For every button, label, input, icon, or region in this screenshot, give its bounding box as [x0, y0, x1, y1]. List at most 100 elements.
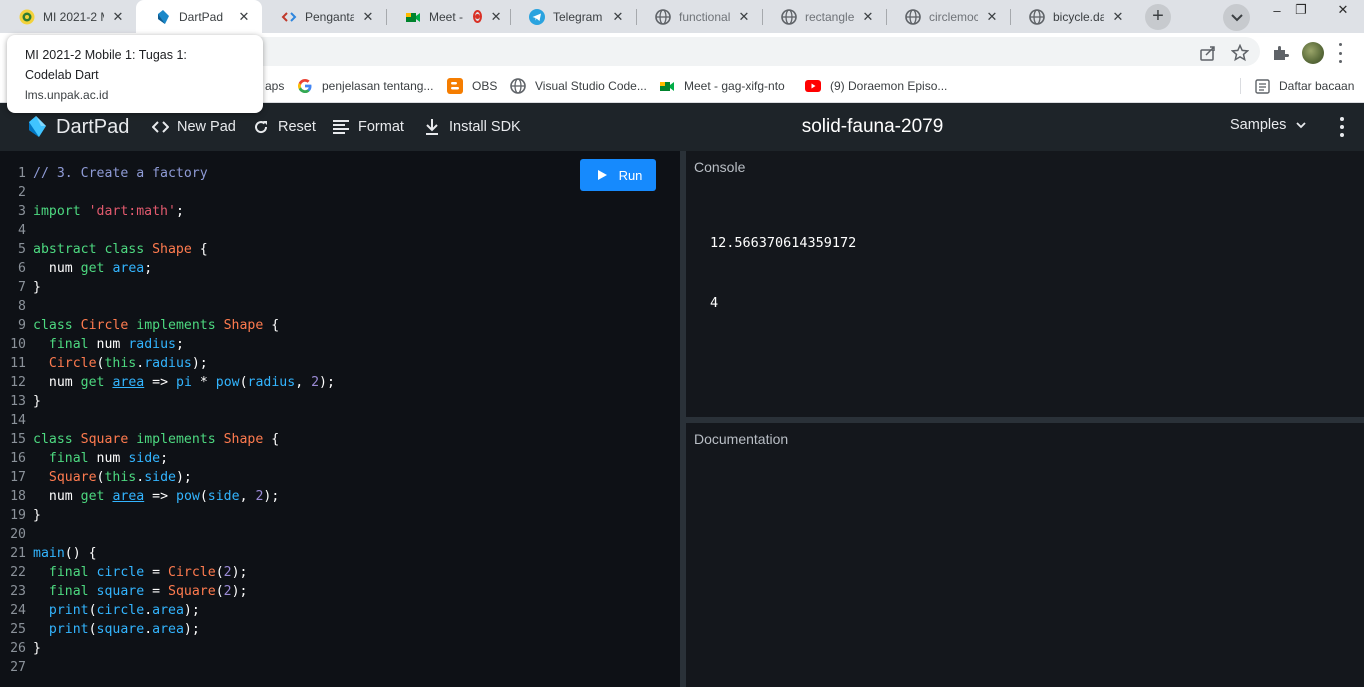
bookmark-penjelasan[interactable]: penjelasan tentang... [297, 70, 433, 102]
code-line: 16 final num side; [10, 451, 169, 466]
extensions-icon[interactable] [1270, 43, 1290, 63]
youtube-icon [805, 78, 821, 94]
tab-title: DartPad [179, 9, 224, 24]
meet-icon [405, 9, 421, 25]
bookmark-label: Meet - gag-xifg-nto [684, 79, 785, 93]
reading-list-icon [1254, 78, 1270, 94]
close-icon[interactable]: ✕ [110, 9, 126, 25]
code-line: 3 import 'dart:math'; [18, 204, 184, 219]
run-label: Run [618, 167, 643, 183]
browser-menu-icon[interactable] [1337, 43, 1343, 63]
browser-tab-strip: MI 2021-2 M ✕ DartPad ✕ Pengantar D ✕ Me… [0, 0, 1364, 33]
samples-label: Samples [1230, 117, 1287, 133]
bookmark-vscode[interactable]: Visual Studio Code... [510, 70, 647, 102]
share-icon[interactable] [1198, 43, 1218, 63]
documentation-label: Documentation [694, 431, 789, 447]
code-line: 10 final num radius; [10, 337, 184, 352]
bookmark-youtube[interactable]: (9) Doraemon Episo... [805, 70, 947, 102]
lms-icon [19, 9, 35, 25]
code-line: 25 print(square.area); [10, 622, 200, 637]
tab-separator [762, 9, 763, 25]
close-icon[interactable]: ✕ [736, 9, 752, 25]
tab-title: functional.d [679, 9, 730, 24]
tab-pengantar[interactable]: Pengantar D ✕ [262, 0, 386, 33]
close-icon[interactable]: ✕ [360, 9, 376, 25]
profile-avatar[interactable] [1302, 42, 1324, 64]
close-icon[interactable]: ✕ [488, 9, 504, 25]
tab-functional[interactable]: functional.d ✕ [636, 0, 762, 33]
recording-icon [473, 10, 483, 23]
tab-title: rectangle.da [805, 9, 854, 24]
code-line: 4 [18, 223, 26, 238]
reading-list-label: Daftar bacaan [1279, 79, 1355, 93]
tab-search-button[interactable] [1223, 4, 1250, 31]
tab-rectangle[interactable]: rectangle.da ✕ [762, 0, 886, 33]
code-line: 22 final circle = Circle(2); [10, 565, 248, 580]
close-icon[interactable]: ✕ [984, 9, 1000, 25]
tab-title: MI 2021-2 M [43, 9, 104, 24]
documentation-panel: Documentation [686, 423, 1364, 687]
close-icon[interactable]: ✕ [860, 9, 876, 25]
code-line: 17 Square(this.side); [10, 470, 192, 485]
tab-circlemock[interactable]: circlemock.d ✕ [886, 0, 1010, 33]
chevron-down-icon [1230, 13, 1243, 21]
console-panel: Console 12.566370614359172 4 [686, 151, 1364, 417]
code-line: 13} [10, 394, 41, 409]
code-line: 2 [18, 185, 26, 200]
play-icon [597, 170, 607, 180]
bookmark-meet[interactable]: Meet - gag-xifg-nto [659, 70, 785, 102]
tab-separator [886, 9, 887, 25]
pad-name[interactable]: solid-fauna-2079 [0, 116, 1364, 138]
tab-bicycle[interactable]: bicycle.dart ✕ [1010, 0, 1136, 33]
more-options-icon[interactable] [1339, 117, 1345, 137]
code-line: 21 main() { [10, 546, 97, 561]
samples-dropdown[interactable]: Samples [1230, 117, 1307, 133]
reading-list-button[interactable]: Daftar bacaan [1254, 70, 1354, 102]
code-line: 1// 3. Create a factory [18, 166, 208, 181]
tab-separator [1010, 9, 1011, 25]
bookmark-star-icon[interactable] [1230, 43, 1250, 63]
tab-lms[interactable]: MI 2021-2 M ✕ [0, 0, 136, 33]
code-line: 12 num get area => pi * pow(radius, 2); [10, 375, 335, 390]
bookmark-label: OBS [472, 79, 498, 93]
code-area[interactable]: 1// 3. Create a factory 2 3 import 'dart:… [0, 164, 335, 677]
code-line: 23 final square = Square(2); [10, 584, 248, 599]
bookmark-label: (9) Doraemon Episo... [830, 79, 948, 93]
bookmark-label: penjelasan tentang... [322, 79, 434, 93]
tab-meet[interactable]: Meet - ✕ [386, 0, 510, 33]
tab-hover-card: MI 2021-2 Mobile 1: Tugas 1: Codelab Dar… [7, 35, 263, 113]
globe-icon [781, 8, 797, 25]
address-bar[interactable] [196, 37, 1260, 66]
globe-icon [655, 8, 671, 25]
tab-separator [386, 9, 387, 25]
code-line: 18 num get area => pow(side, 2); [10, 489, 280, 504]
close-icon[interactable]: ✕ [610, 9, 626, 25]
tab-telegram[interactable]: Telegram ✕ [510, 0, 636, 33]
code-editor[interactable]: 1// 3. Create a factory 2 3 import 'dart:… [0, 151, 680, 687]
tab-separator [510, 9, 511, 25]
bookmark-apps[interactable]: aps [265, 70, 284, 102]
run-button[interactable]: Run [580, 159, 656, 191]
close-icon[interactable]: ✕ [1110, 9, 1126, 25]
bookmark-divider [1240, 78, 1241, 94]
close-window-button[interactable]: ✕ [1326, 0, 1360, 20]
console-label: Console [694, 159, 746, 175]
bookmark-obs[interactable]: OBS [447, 70, 497, 102]
code-line: 19} [10, 508, 41, 523]
globe-icon [1029, 8, 1045, 25]
tab-separator [636, 9, 637, 25]
close-icon[interactable]: ✕ [236, 9, 252, 25]
globe-icon [905, 8, 921, 25]
code-line: 15 class Square implements Shape { [10, 432, 280, 447]
console-line: 12.566370614359172 [710, 235, 857, 251]
hover-card-title: MI 2021-2 Mobile 1: Tugas 1: Codelab Dar… [25, 48, 187, 82]
hover-card-url: lms.unpak.ac.id [25, 88, 109, 102]
tab-dartpad[interactable]: DartPad ✕ [136, 0, 262, 33]
tab-title: Telegram [553, 9, 603, 24]
chevron-down-icon [1296, 122, 1307, 129]
code-icon [281, 9, 297, 25]
maximize-button[interactable]: ❐ [1286, 0, 1316, 20]
code-line: 8 [18, 299, 26, 314]
new-tab-button[interactable]: + [1145, 4, 1171, 30]
telegram-icon [529, 8, 545, 25]
